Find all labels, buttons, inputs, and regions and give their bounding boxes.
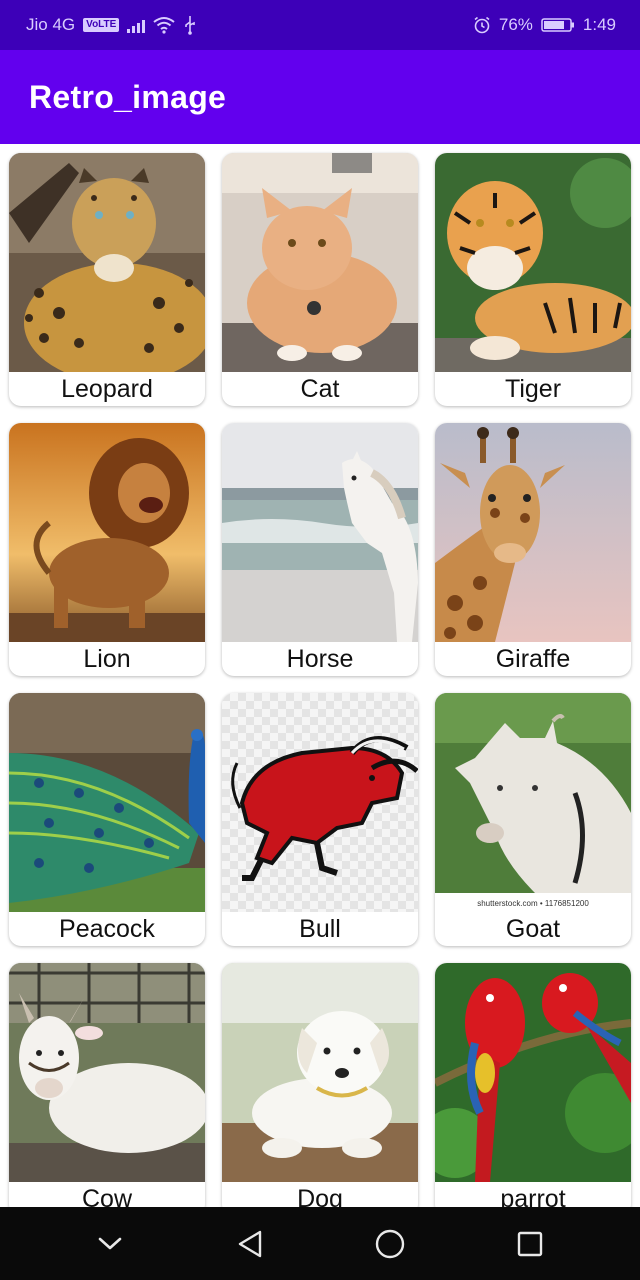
tiger-image (435, 153, 631, 372)
cat-image (222, 153, 418, 372)
home-button[interactable] (360, 1214, 420, 1274)
chevron-down-icon (98, 1237, 122, 1249)
image-grid: Leopard Cat Tiger Lion Horse Giraffe Pea… (9, 153, 631, 1207)
alarm-icon (474, 16, 490, 34)
card-label: Leopard (61, 375, 153, 403)
card-lion[interactable]: Lion (9, 423, 205, 676)
volte-badge: VoLTE (83, 18, 120, 32)
card-horse[interactable]: Horse (222, 423, 418, 676)
card-parrot[interactable]: parrot (435, 963, 631, 1207)
parrot-image (435, 963, 631, 1182)
dog-image (222, 963, 418, 1182)
image-grid-scroll[interactable]: Leopard Cat Tiger Lion Horse Giraffe Pea… (0, 144, 640, 1207)
card-bull[interactable]: Bull (222, 693, 418, 946)
carrier-label: Jio 4G (26, 15, 76, 34)
card-giraffe[interactable]: Giraffe (435, 423, 631, 676)
card-cat[interactable]: Cat (222, 153, 418, 406)
card-label: Dog (297, 1185, 343, 1207)
card-label: Cat (300, 375, 340, 403)
clock: 1:49 (582, 15, 616, 34)
lion-image (9, 423, 205, 642)
card-label: Goat (505, 915, 561, 943)
wifi-icon (153, 17, 175, 34)
navigation-bar (0, 1207, 640, 1280)
home-icon (375, 1229, 405, 1258)
card-leopard[interactable]: Leopard (9, 153, 205, 406)
card-label: Giraffe (495, 645, 571, 673)
card-label: Peacock (59, 915, 155, 943)
card-label: Tiger (504, 375, 562, 403)
card-label: Lion (83, 645, 131, 673)
peacock-image (9, 693, 205, 912)
giraffe-image (435, 423, 631, 642)
status-bar: Jio 4G VoLTE 76% 1:49 (0, 0, 640, 50)
card-label: parrot (500, 1185, 566, 1207)
back-icon (238, 1230, 262, 1257)
card-label: Horse (286, 645, 354, 673)
card-goat[interactable]: shutterstock.com • 1176851200 Goat (435, 693, 631, 946)
status-left: Jio 4G VoLTE (26, 15, 197, 35)
signal-icon (127, 17, 146, 33)
cow-image (9, 963, 205, 1182)
app-bar: Retro_image (0, 50, 640, 144)
battery-percent: 76% (498, 15, 533, 34)
bull-image (222, 693, 418, 912)
card-peacock[interactable]: Peacock (9, 693, 205, 946)
card-label: Cow (81, 1185, 132, 1207)
collapse-nav-button[interactable] (80, 1214, 140, 1274)
battery-icon (541, 18, 574, 32)
recents-icon (517, 1231, 543, 1256)
card-label: Bull (299, 915, 341, 943)
leopard-image (9, 153, 205, 372)
back-button[interactable] (220, 1214, 280, 1274)
horse-image (222, 423, 418, 642)
app-title: Retro_image (29, 78, 227, 115)
card-tiger[interactable]: Tiger (435, 153, 631, 406)
card-cow[interactable]: Cow (9, 963, 205, 1207)
usb-icon (185, 16, 196, 35)
goat-image: shutterstock.com • 1176851200 (435, 693, 631, 912)
watermark: shutterstock.com • 1176851200 (477, 899, 589, 908)
recents-button[interactable] (500, 1214, 560, 1274)
status-right: 76% 1:49 (473, 15, 616, 35)
card-dog[interactable]: Dog (222, 963, 418, 1207)
